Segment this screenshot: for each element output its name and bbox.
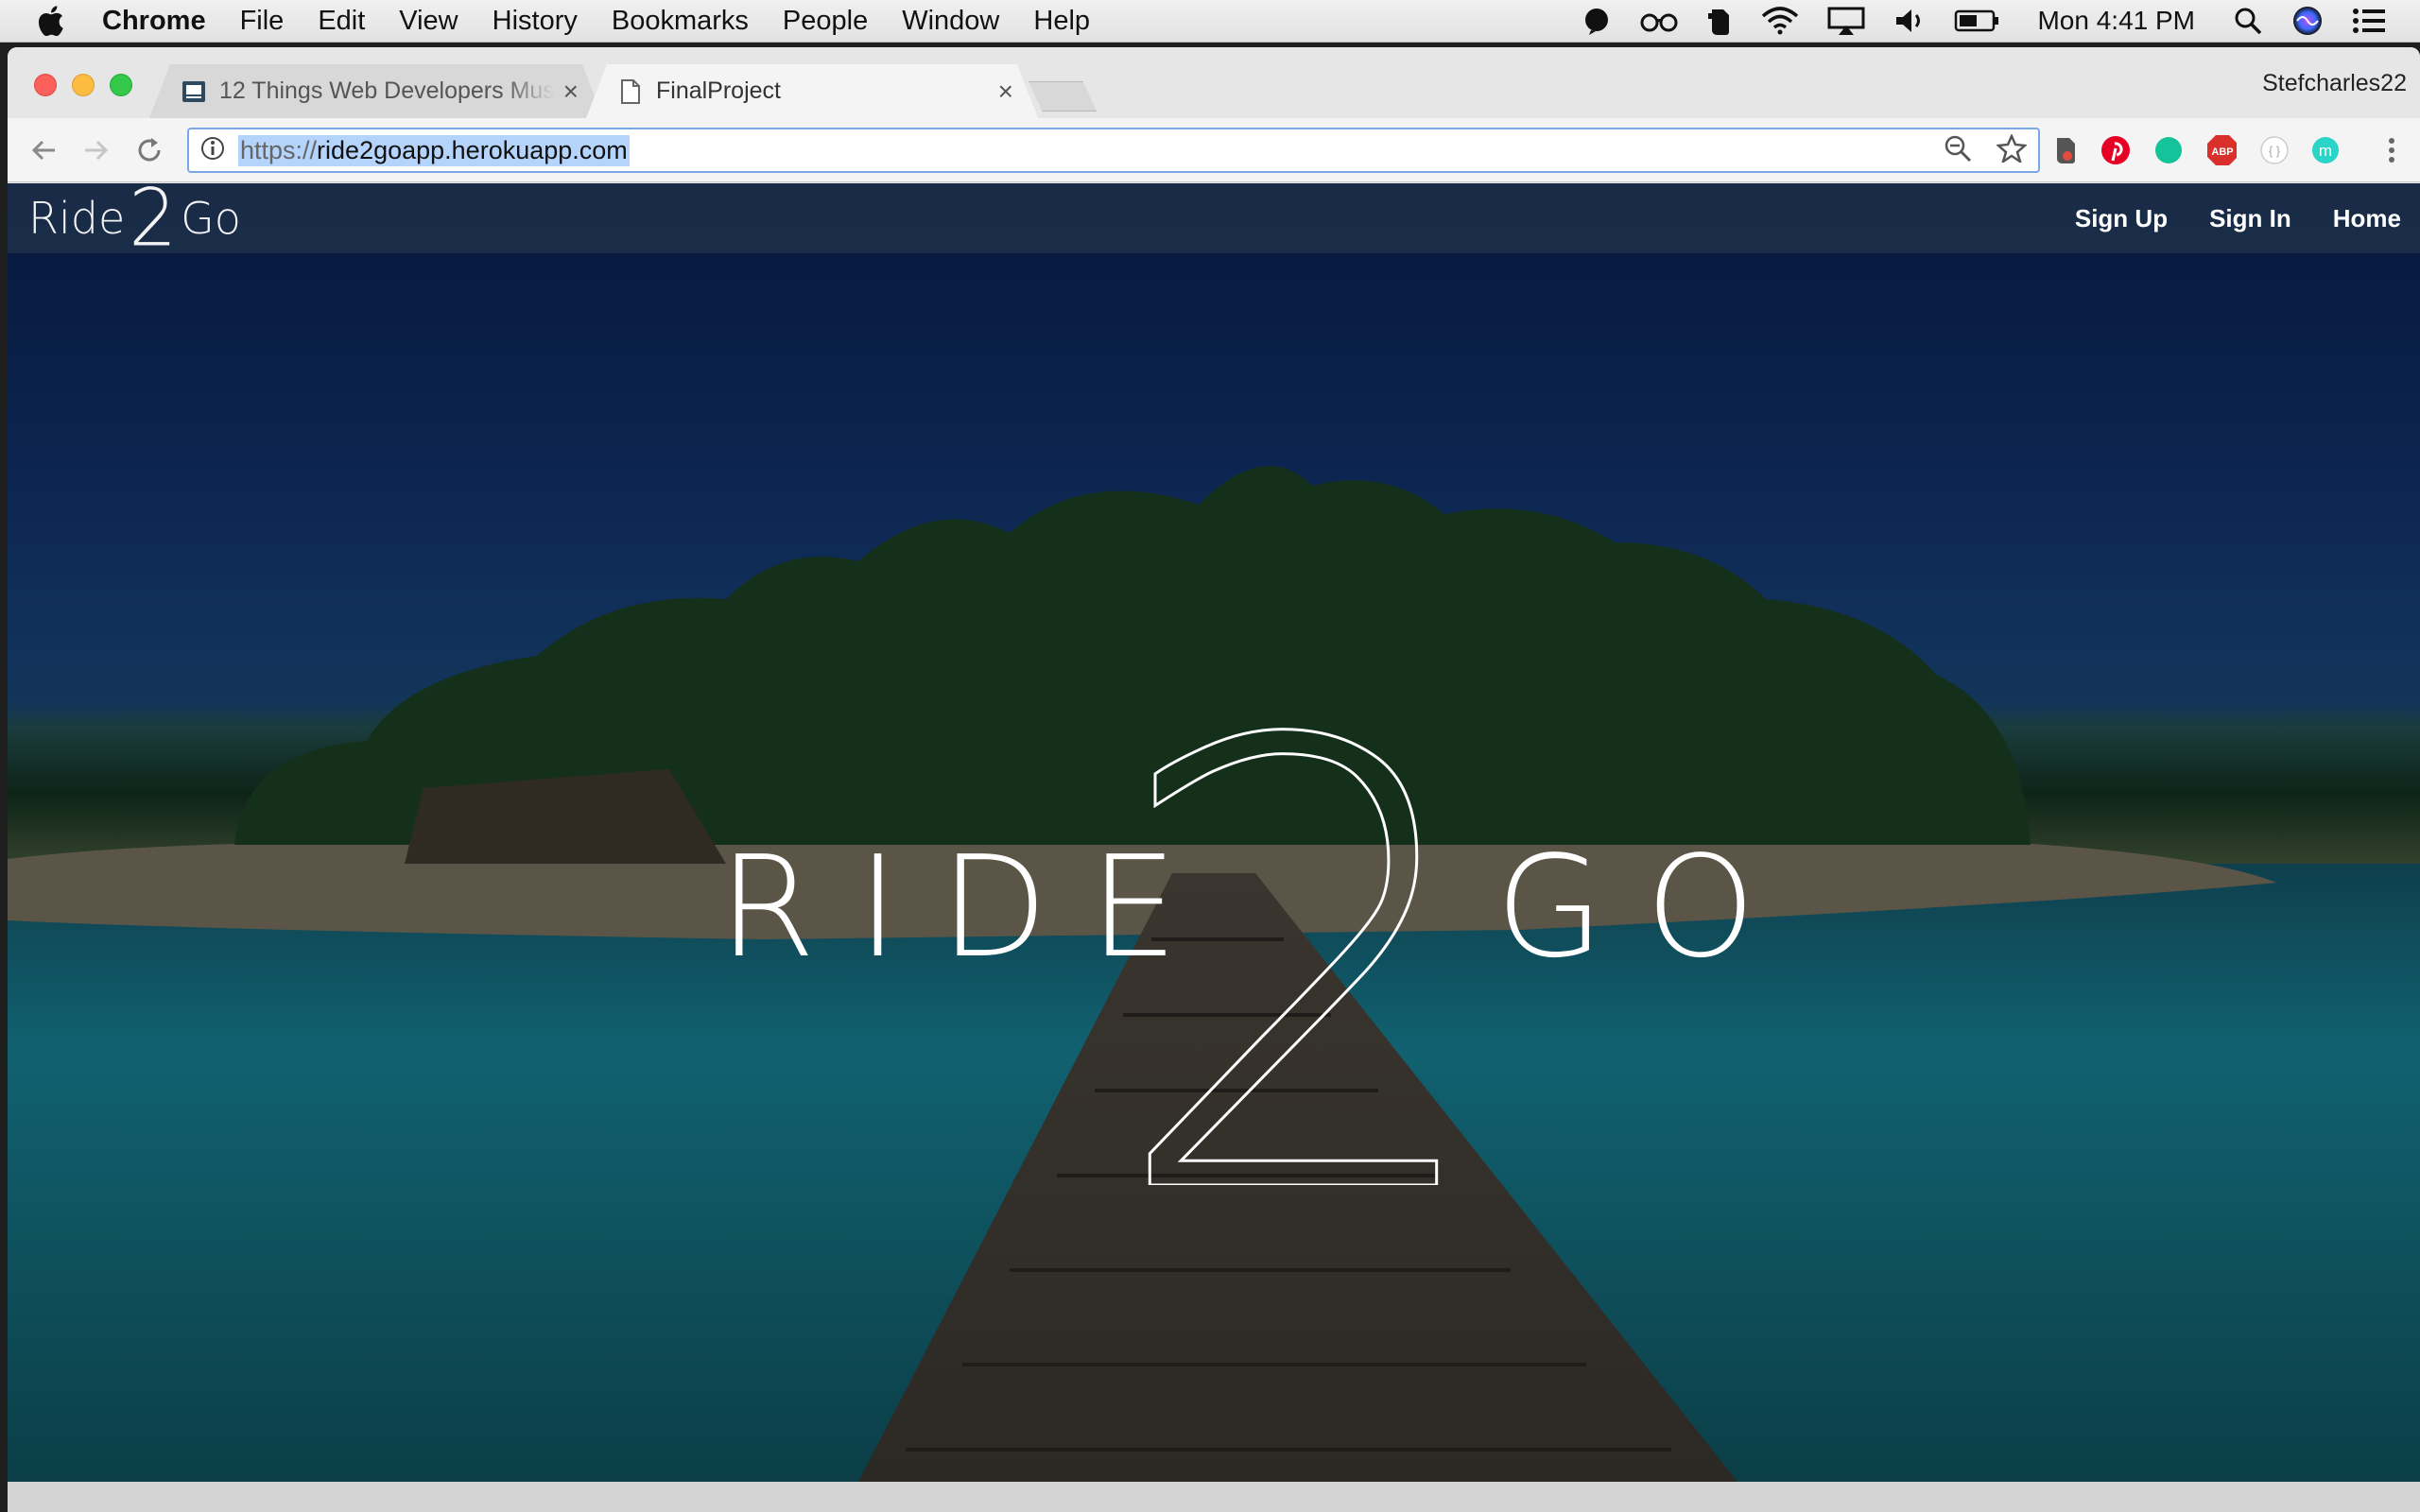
window-controls [34,74,132,96]
ext-m-label: m [2319,142,2332,160]
ext-m-icon[interactable]: m [2310,135,2341,165]
pinterest-ext-icon[interactable] [2100,135,2131,165]
tab-strip: 12 Things Web Developers Must × FinalPro… [8,47,2420,118]
site-navbar: Ride 2 Go Sign Up Sign In Home [8,183,2420,257]
menubar-clock[interactable]: Mon 4:41 PM [2037,6,2195,36]
notification-icon[interactable] [1582,5,1612,37]
chrome-menu-icon[interactable] [2377,135,2407,165]
window-bottom-edge [8,1482,2420,1512]
forward-arrow-icon[interactable] [79,133,113,167]
svg-text:{ }: { } [2269,144,2281,158]
logo-ride: Ride [28,193,126,244]
evernote-ext-icon[interactable] [2049,135,2080,165]
logo-two: 2 [129,183,178,265]
menu-bookmarks[interactable]: Bookmarks [595,6,766,37]
wifi-icon[interactable] [1761,5,1799,37]
new-tab-button[interactable] [1028,81,1097,112]
hero-background-image [8,466,2420,1482]
menu-history[interactable]: History [475,6,595,37]
notification-center-icon[interactable] [2352,5,2386,37]
window-close-button[interactable] [34,74,57,96]
ext-white-icon[interactable]: { } [2259,135,2290,165]
adblock-label: ABP [2211,146,2233,158]
tab-close-icon[interactable]: × [998,77,1013,105]
airplay-icon[interactable] [1827,5,1865,37]
battery-icon [1954,5,1999,37]
tab-final-project[interactable]: FinalProject × [586,64,1038,118]
grammarly-ext-icon[interactable] [2153,135,2184,165]
address-bar[interactable]: https://ride2goapp.herokuapp.com [187,128,2040,173]
macos-menu-bar: Chrome File Edit View History Bookmarks … [0,0,2420,43]
document-favicon-icon [618,78,643,104]
nav-sign-in[interactable]: Sign In [2209,204,2291,233]
logo-go: Go [181,193,241,244]
tab-close-icon[interactable]: × [563,77,579,105]
url-text[interactable]: https://ride2goapp.herokuapp.com [238,134,630,166]
menu-people[interactable]: People [766,6,885,37]
nav-sign-up[interactable]: Sign Up [2075,204,2168,233]
reload-icon[interactable] [132,133,166,167]
tab-web-developers[interactable]: 12 Things Web Developers Must × [149,64,603,118]
profile-name[interactable]: Stefcharles22 [2262,70,2407,97]
menu-file[interactable]: File [223,6,302,37]
volume-icon[interactable] [1893,5,1926,37]
menu-help[interactable]: Help [1016,6,1107,37]
site-nav-links: Sign Up Sign In Home [2075,183,2401,253]
laptop-favicon-icon [182,79,206,104]
back-arrow-icon[interactable] [26,133,60,167]
bookmark-star-icon[interactable] [1996,132,2028,167]
glasses-icon[interactable] [1640,5,1678,37]
evernote-icon[interactable] [1706,5,1733,37]
menu-window[interactable]: Window [885,6,1016,37]
browser-toolbar: https://ride2goapp.herokuapp.com ABP { } [8,118,2420,182]
apple-menu-icon[interactable] [0,6,102,36]
webpage-viewport: Ride 2 Go Sign Up Sign In Home RIDE 2 GO [8,183,2420,1482]
window-minimize-button[interactable] [72,74,95,96]
window-maximize-button[interactable] [110,74,132,96]
browser-window: 12 Things Web Developers Must × FinalPro… [8,47,2420,1512]
menu-edit[interactable]: Edit [301,6,382,37]
zoom-out-icon[interactable] [1944,134,1972,167]
tab-title: 12 Things Web Developers Must [219,77,554,104]
tab-title: FinalProject [656,77,781,104]
spotlight-icon[interactable] [2233,5,2263,37]
siri-icon[interactable] [2291,5,2324,37]
menu-view[interactable]: View [382,6,475,37]
site-logo[interactable]: Ride 2 Go [28,183,241,257]
site-info-icon[interactable] [200,136,225,165]
nav-home[interactable]: Home [2333,204,2401,233]
menu-app-name[interactable]: Chrome [102,6,223,37]
adblock-ext-icon[interactable]: ABP [2206,135,2237,165]
